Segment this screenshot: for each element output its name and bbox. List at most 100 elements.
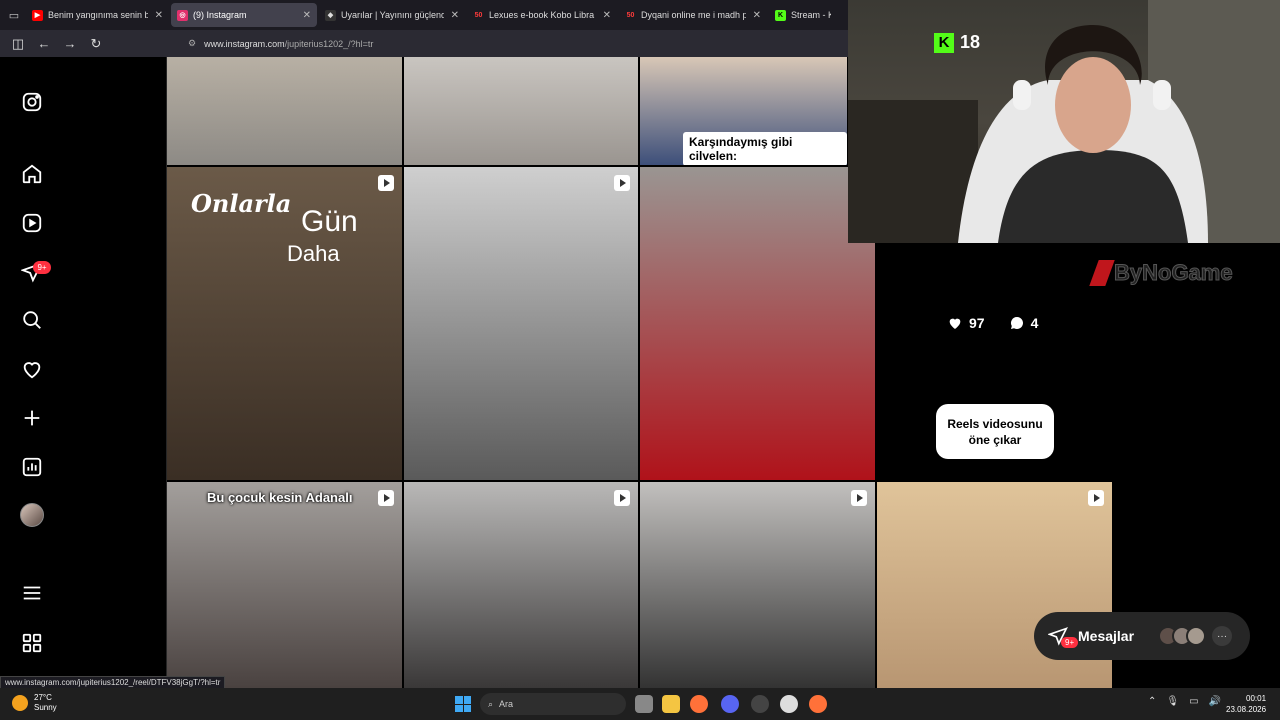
temperature: 27°C [34, 693, 52, 702]
sponsor-name: ByNoGame [1114, 260, 1234, 286]
chevron-up-icon[interactable]: ⌃ [1148, 696, 1156, 707]
screen: ▭ ▶ Benim yangınıma senin bi gidişi ✕ ◎ … [0, 0, 1280, 720]
back-arrow-icon[interactable]: ← [34, 34, 54, 54]
reel-icon [1088, 490, 1104, 506]
home-icon[interactable] [19, 161, 45, 187]
avatar [1186, 626, 1207, 646]
comments-count: 4 [1009, 315, 1039, 331]
reel-overlay-text: Bu çocuk kesin Adanalı [207, 490, 353, 505]
post-thumbnail[interactable] [404, 57, 638, 165]
discord-icon[interactable] [721, 695, 739, 713]
more-icon[interactable]: ··· [1212, 626, 1233, 646]
weather-widget[interactable]: 27°C Sunny [12, 693, 57, 713]
reel-icon [378, 490, 394, 506]
search-placeholder: Ara [499, 699, 514, 709]
kick-viewer-counter: K 18 [934, 32, 980, 53]
tab-dyqani[interactable]: 50 Dyqani online me i madh per te ✕ [619, 3, 767, 27]
reel-overlay-text: Onlarla [191, 189, 292, 218]
tab-kick[interactable]: K Stream - Kick [769, 3, 837, 27]
close-icon[interactable]: ✕ [303, 10, 311, 21]
heart-icon[interactable] [19, 356, 45, 382]
time: 00:01 [1246, 694, 1267, 703]
close-icon[interactable]: ✕ [603, 10, 611, 21]
instagram-icon: ◎ [177, 9, 188, 21]
messages-avatars [1158, 626, 1207, 646]
sun-icon [12, 695, 28, 711]
windows-start-icon[interactable] [455, 696, 471, 712]
menu-icon[interactable] [19, 580, 45, 606]
tab-youtube[interactable]: ▶ Benim yangınıma senin bi gidişi ✕ [26, 3, 169, 27]
file-explorer-icon[interactable] [662, 695, 680, 713]
task-view-icon[interactable] [635, 695, 653, 713]
promote-reel-button[interactable]: Reels videosunu öne çıkar [936, 404, 1054, 459]
taskbar-search[interactable]: ⌕ Ara [480, 693, 626, 715]
reload-icon[interactable]: ↻ [86, 34, 106, 54]
tab-title: (9) Instagram [193, 10, 247, 20]
fifty-icon: 50 [626, 11, 635, 19]
reel-overlay-text: Gün [301, 205, 358, 238]
profile-avatar[interactable] [19, 502, 45, 528]
messages-button[interactable]: 9+ Mesajlar ··· [1034, 612, 1250, 660]
sidebar-toggle-icon[interactable]: ◫ [8, 34, 28, 54]
obs-icon[interactable] [751, 695, 769, 713]
tab-title: Uyarılar | Yayınını güçlendirmek [341, 10, 444, 20]
tab-instagram[interactable]: ◎ (9) Instagram ✕ [171, 3, 317, 27]
instagram-logo-icon[interactable] [19, 89, 45, 115]
volume-icon[interactable]: 🔊 [1209, 696, 1221, 707]
clock[interactable]: 00:01 23.08.2026 [1226, 693, 1266, 715]
heart-icon [949, 318, 961, 329]
reel-stats: 97 4 [947, 315, 1038, 331]
post-caption: Karşındaymış gibi cilvelen: [683, 132, 847, 165]
close-icon[interactable]: ✕ [753, 10, 761, 21]
post-thumbnail[interactable]: Karşındaymış gibi cilvelen: [640, 57, 847, 165]
tab-title: Dyqani online me i madh per te [641, 10, 746, 20]
fifty-icon: 50 [474, 11, 483, 19]
kick-icon: K [934, 32, 954, 53]
comment-icon [1010, 317, 1023, 329]
kick-icon: K [775, 9, 786, 21]
post-thumbnail[interactable] [167, 57, 402, 165]
create-plus-icon[interactable] [19, 405, 45, 431]
firefox-icon[interactable] [809, 695, 827, 713]
close-icon[interactable]: ✕ [451, 10, 459, 21]
notification-badge: 9+ [33, 261, 51, 274]
messages-label: Mesajlar [1078, 628, 1135, 644]
reel-thumbnail[interactable]: Onlarla Gün Daha [167, 167, 402, 480]
reel-thumbnail[interactable] [640, 482, 875, 688]
reel-thumbnail[interactable] [404, 482, 638, 688]
microphone-icon[interactable]: 🎙 [1166, 696, 1179, 707]
tab-streamlabs[interactable]: ◆ Uyarılar | Yayınını güçlendirmek ✕ [319, 3, 465, 27]
reel-thumbnail[interactable]: Bu çocuk kesin Adanalı [167, 482, 402, 688]
media-player-icon[interactable] [780, 695, 798, 713]
tab-lexues[interactable]: 50 Lexues e-book Kobo Libra Color ✕ [467, 3, 617, 27]
reel-icon [614, 490, 630, 506]
viewer-count: 18 [960, 32, 981, 52]
apps-icon[interactable] [19, 630, 45, 656]
weather-condition: Sunny [34, 703, 57, 712]
instagram-sidebar: 9+ [0, 57, 167, 688]
reel-thumbnail[interactable] [404, 167, 638, 480]
tab-title: Lexues e-book Kobo Libra Color [489, 10, 596, 20]
reel-icon [614, 175, 630, 191]
youtube-icon: ▶ [32, 9, 43, 21]
streamlabs-icon: ◆ [325, 9, 336, 21]
reels-icon[interactable] [19, 210, 45, 236]
tab-list-icon[interactable]: ▭ [4, 5, 24, 25]
close-icon[interactable]: ✕ [155, 10, 163, 21]
firefox-icon[interactable] [690, 695, 708, 713]
reel-overlay-text: Daha [287, 241, 340, 266]
system-tray: ⌃ 🎙 ▭ 🔊 [1148, 696, 1221, 707]
tab-title: Stream - Kick [791, 10, 831, 20]
reel-icon [851, 490, 867, 506]
dashboard-icon[interactable] [19, 454, 45, 480]
search-icon[interactable] [19, 307, 45, 333]
network-icon[interactable]: ▭ [1189, 696, 1198, 707]
reel-thumbnail[interactable] [640, 167, 875, 480]
address-bar[interactable]: ⚙ www.instagram.com/jupiterius1202_/?hl=… [188, 33, 373, 55]
likes-value: 97 [969, 315, 985, 331]
forward-arrow-icon[interactable]: → [60, 34, 80, 54]
streamer-webcam [848, 0, 1280, 243]
comments-value: 4 [1030, 315, 1039, 331]
direct-messages-icon[interactable]: 9+ [19, 259, 51, 285]
site-info-icon[interactable]: ⚙ [188, 38, 196, 49]
